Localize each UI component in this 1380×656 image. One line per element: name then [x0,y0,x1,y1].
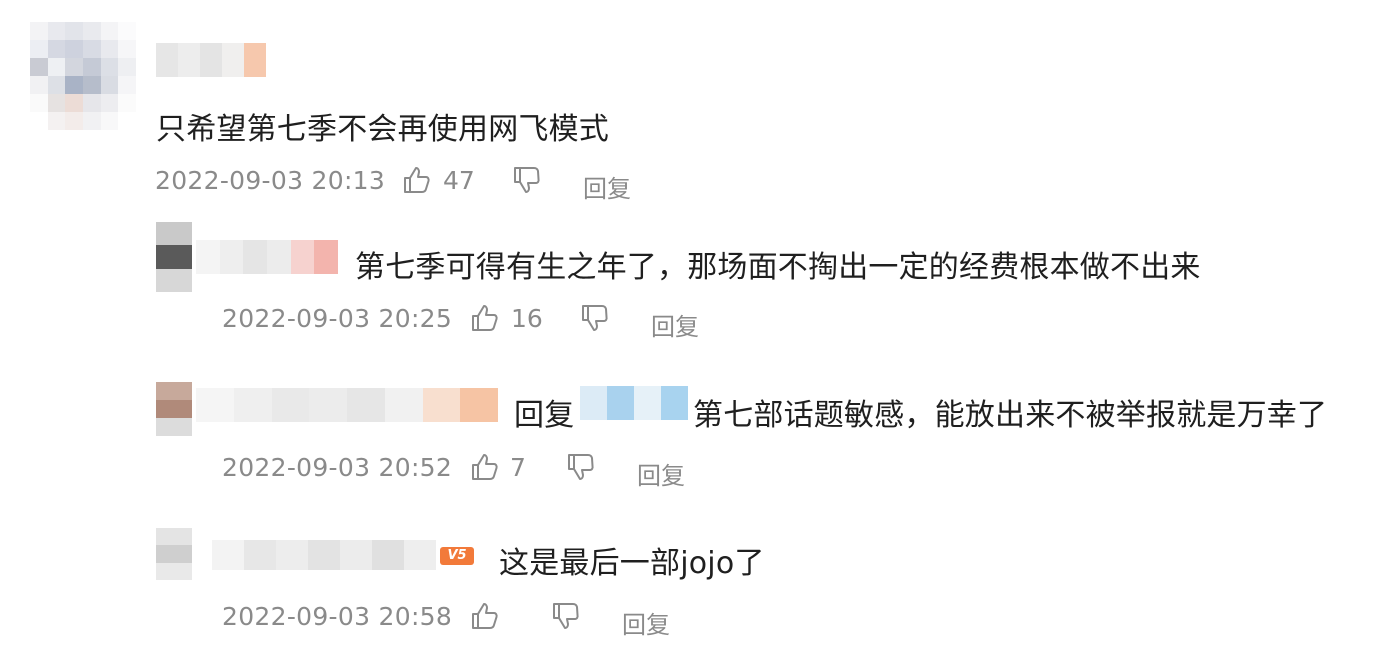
reply-prefix: 回复 [514,398,575,433]
reply-timestamp: 2022-09-03 20:25 [222,304,453,333]
vip-badge-icon: V5 [440,547,474,565]
thumbs-up-icon[interactable] [401,164,433,196]
reply-content: 这是最后一部jojo了 [499,546,765,581]
reply-content: 第七部话题敏感，能放出来不被举报就是万幸了 [693,398,1328,433]
username[interactable] [196,240,338,274]
thumbs-up-icon[interactable] [469,600,501,632]
thumbs-down-icon[interactable] [550,600,582,632]
avatar[interactable] [156,382,192,436]
reply-timestamp: 2022-09-03 20:58 [222,602,453,631]
reply-button[interactable]: 回复 [637,456,685,491]
avatar[interactable] [156,528,192,580]
thumbs-down-icon[interactable] [565,451,597,483]
reply-button[interactable]: 回复 [622,605,670,640]
like-count: 16 [511,304,543,333]
thumbs-up-icon[interactable] [469,451,501,483]
comment-content: 只希望第七季不会再使用网飞模式 [156,112,609,147]
like-count: 7 [510,453,526,482]
username[interactable] [212,540,436,570]
reply-button[interactable]: 回复 [583,169,631,204]
comment-timestamp: 2022-09-03 20:13 [155,166,386,195]
like-count: 47 [443,166,475,195]
mentioned-username[interactable] [580,386,688,420]
avatar[interactable] [156,222,192,292]
reply-button[interactable]: 回复 [651,307,699,342]
thumbs-up-icon[interactable] [469,302,501,334]
reply-content: 第七季可得有生之年了，那场面不掏出一定的经费根本做不出来 [355,250,1201,285]
avatar[interactable] [30,22,136,130]
username[interactable] [196,388,498,422]
thumbs-down-icon[interactable] [579,302,611,334]
reply-timestamp: 2022-09-03 20:52 [222,453,453,482]
thumbs-down-icon[interactable] [511,164,543,196]
username[interactable] [156,43,266,77]
